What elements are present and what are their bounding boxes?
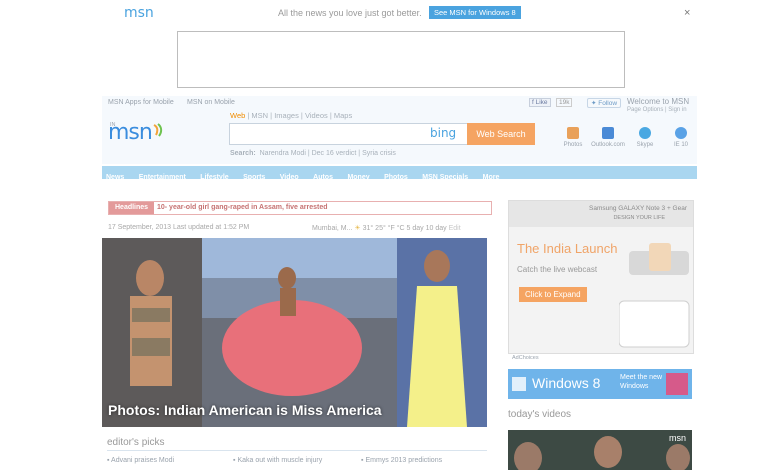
trending-label: Search: (230, 150, 256, 157)
utility-label: Photos (563, 142, 583, 148)
outlook-icon (602, 127, 614, 139)
utility-outlook[interactable]: Outlook.com (591, 127, 625, 148)
video-msn-logo: msn (668, 433, 686, 443)
utility-skype[interactable]: Skype (628, 127, 662, 148)
weather-city[interactable]: Mumbai, M... (312, 225, 352, 232)
promo-text: All the news you love just got better. (278, 8, 422, 18)
pick-link[interactable]: ▪ Advani praises Modi (107, 457, 174, 464)
tab-images[interactable]: Images (274, 111, 299, 120)
adchoices-link[interactable]: AdChoices (512, 355, 539, 361)
video-thumbnail[interactable]: msn (508, 430, 692, 470)
tab-maps[interactable]: Maps (334, 111, 352, 120)
like-label: Like (535, 99, 548, 106)
weather-edit[interactable]: Edit (449, 225, 461, 232)
nav-news[interactable]: News (106, 171, 124, 184)
dateline: 17 September, 2013 Last updated at 1:52 … (108, 224, 250, 231)
win8-tile-image (666, 373, 688, 395)
ad-sub: Catch the live webcast (517, 265, 598, 274)
todays-videos-title: today's videos (508, 409, 572, 420)
phone-watch-image (619, 243, 690, 348)
skype-icon (639, 127, 651, 139)
banner-ad-placeholder (177, 31, 625, 88)
facebook-like-button[interactable]: f Like (529, 98, 551, 107)
divider (107, 450, 487, 451)
trending-link[interactable]: Syria crisis (362, 150, 396, 157)
utility-ie10[interactable]: IE 10 (664, 127, 698, 148)
click-to-expand-button[interactable]: Click to Expand (519, 287, 587, 302)
utility-photos[interactable]: Photos (556, 127, 590, 148)
pick-label: Emmys 2013 predictions (365, 457, 443, 464)
weather-sun-icon: ☀ (354, 225, 361, 232)
nav-entertainment[interactable]: Entertainment (139, 171, 186, 184)
hero-slideshow[interactable] (102, 238, 487, 427)
msn-logo-text: msn (108, 120, 153, 145)
utility-label: Outlook.com (591, 142, 625, 148)
headline-link[interactable]: 10- year-old girl gang-raped in Assam, f… (157, 202, 328, 214)
link-apps-mobile[interactable]: MSN Apps for Mobile (108, 99, 174, 106)
ad-headline: The India Launch (517, 241, 618, 256)
windows8-ad[interactable]: Windows 8 Meet the new Windows (508, 369, 692, 399)
see-msn-windows8-button[interactable]: See MSN for Windows 8 (429, 6, 521, 19)
nav-sports[interactable]: Sports (243, 171, 265, 184)
pick-label: Advani praises Modi (111, 457, 175, 464)
msn-logo[interactable]: msn (108, 120, 164, 145)
follow-label: Follow (598, 100, 618, 107)
ad-tagline: DESIGN YOUR LIFE (613, 215, 665, 221)
win8-sub: Meet the new Windows (620, 374, 663, 390)
headlines-label: Headlines (109, 202, 155, 214)
like-count: 19k (556, 98, 573, 107)
nav-msn-specials[interactable]: MSN Specials (422, 171, 468, 184)
tab-msn[interactable]: MSN (251, 111, 268, 120)
pick-link[interactable]: ▪ Kaka out with muscle injury (233, 457, 322, 464)
hero-caption[interactable]: Photos: Indian American is Miss America (108, 402, 382, 418)
web-search-button[interactable]: Web Search (467, 123, 535, 145)
photos-icon (567, 127, 579, 139)
weather-temp: 31° 25° (362, 225, 386, 232)
link-msn-mobile[interactable]: MSN on Mobile (187, 99, 235, 106)
close-icon[interactable]: × (684, 7, 690, 19)
bing-logo: bing (430, 126, 457, 140)
tab-videos[interactable]: Videos (305, 111, 328, 120)
hero-image (102, 238, 487, 427)
weather-widget: Mumbai, M... ☀ 31° 25° °F °C 5 day 10 da… (312, 224, 461, 232)
forecast-10day[interactable]: 10 day (426, 225, 447, 232)
win8-title: Windows 8 (532, 375, 601, 391)
windows-logo-icon (512, 377, 526, 391)
utility-label: IE 10 (673, 142, 688, 148)
samsung-ad[interactable]: Samsung GALAXY Note 3 + Gear DESIGN YOUR… (508, 200, 694, 354)
nav-autos[interactable]: Autos (313, 171, 333, 184)
video-image (508, 430, 692, 470)
nav-lifestyle[interactable]: Lifestyle (200, 171, 228, 184)
ie-icon (675, 127, 687, 139)
nav-video[interactable]: Video (280, 171, 299, 184)
forecast-5day[interactable]: 5 day (407, 225, 424, 232)
trending-searches: Search: Narendra Modi | Dec 16 verdict |… (230, 150, 396, 157)
pick-link[interactable]: ▪ Emmys 2013 predictions (361, 457, 442, 464)
nav-photos[interactable]: Photos (384, 171, 408, 184)
butterfly-icon (152, 120, 164, 145)
search-tabs: Web | MSN | Images | Videos | Maps (230, 111, 353, 120)
utility-label: Skype (636, 142, 654, 148)
nav-money[interactable]: Money (347, 171, 369, 184)
page-options-signin[interactable]: Page Options | Sign in (627, 107, 687, 113)
promo-msn-logo[interactable]: msn (124, 5, 154, 21)
nav-more[interactable]: More (483, 171, 500, 184)
editors-picks-title: editor's picks (107, 437, 165, 448)
ad-brand: Samsung GALAXY Note 3 + Gear (589, 205, 687, 212)
twitter-follow-button[interactable]: ✦ Follow (587, 98, 622, 108)
welcome-text: Welcome to MSN (627, 97, 690, 106)
weather-units[interactable]: °F °C (388, 225, 405, 232)
trending-link[interactable]: Narendra Modi (260, 150, 306, 157)
tab-web[interactable]: Web (230, 111, 245, 120)
pick-label: Kaka out with muscle injury (237, 457, 323, 464)
main-nav: News Entertainment Lifestyle Sports Vide… (102, 166, 697, 181)
trending-link[interactable]: Dec 16 verdict (312, 150, 357, 157)
